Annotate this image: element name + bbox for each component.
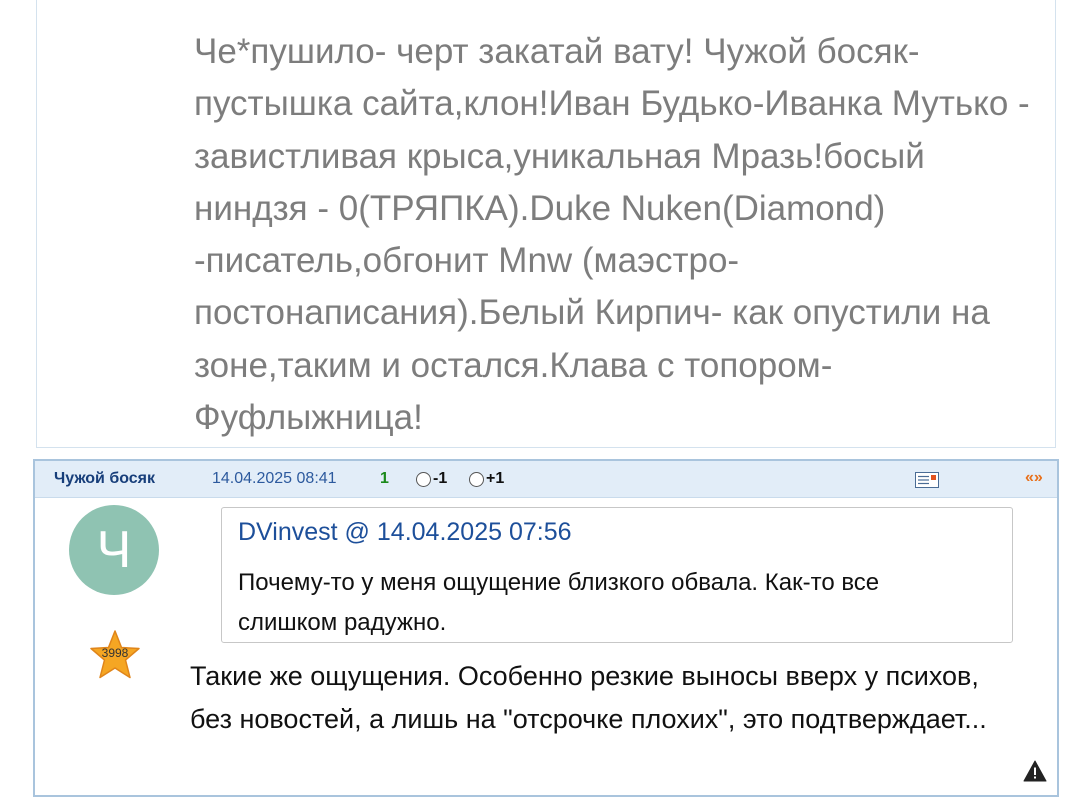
quote-at: @	[344, 518, 370, 546]
quote-datetime[interactable]: 14.04.2025 07:56	[377, 518, 572, 546]
quote-box: DVinvest @ 14.04.2025 07:56 Почему-то у …	[221, 507, 1013, 643]
quote-meta: DVinvest @ 14.04.2025 07:56	[238, 518, 572, 547]
quote-author[interactable]: DVinvest	[238, 518, 338, 546]
radio-circle[interactable]	[469, 471, 484, 487]
comment-text: Такие же ощущения. Особенно резкие вынос…	[190, 661, 987, 734]
vote-minus-radio[interactable]: -1	[416, 470, 447, 488]
quote-button[interactable]: «»	[1025, 469, 1043, 487]
warning-icon[interactable]	[1023, 760, 1047, 782]
comment-header: Чужой босяк 14.04.2025 08:41 1 -1 +1 «»	[35, 461, 1057, 498]
previous-post-text: Че*пушило- черт закатай вату! Чужой бося…	[194, 32, 1030, 438]
vote-plus-label: +1	[486, 470, 505, 487]
comment-rating: 1	[380, 470, 389, 487]
comment-datetime[interactable]: 14.04.2025 08:41	[212, 470, 337, 488]
quote-text: Почему-то у меня ощущение близкого обвал…	[238, 569, 880, 636]
vote-plus-radio[interactable]: +1	[469, 470, 504, 488]
message-icon[interactable]	[915, 472, 939, 488]
avatar[interactable]: Ч	[69, 505, 159, 595]
star-count: 3998	[101, 646, 129, 660]
radio-circle[interactable]	[416, 471, 431, 487]
comment: Чужой босяк 14.04.2025 08:41 1 -1 +1 «» …	[33, 459, 1059, 797]
author-link[interactable]: Чужой босяк	[54, 470, 155, 488]
vote-minus-label: -1	[433, 470, 448, 487]
